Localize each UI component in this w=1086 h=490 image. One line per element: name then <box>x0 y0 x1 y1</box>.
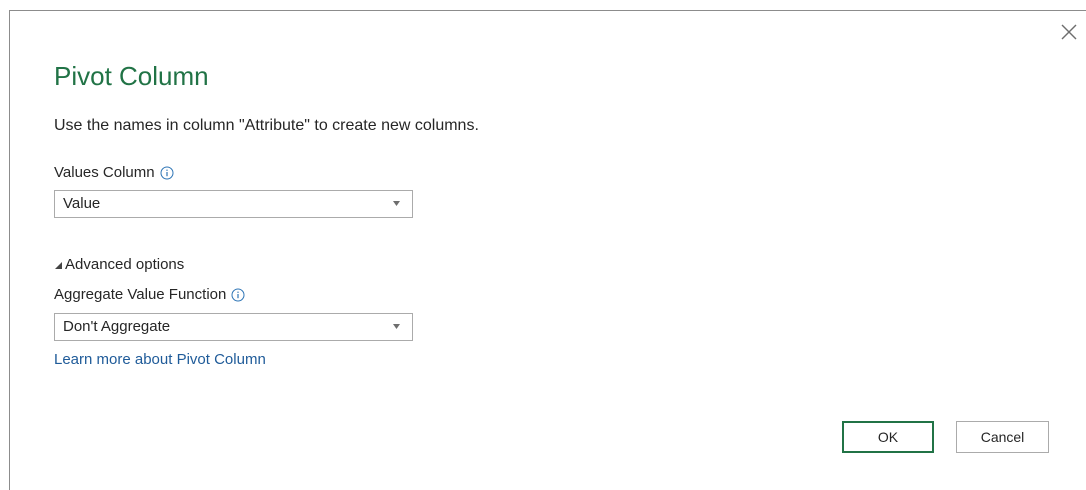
dialog-title: Pivot Column <box>54 61 209 91</box>
info-icon[interactable] <box>231 288 245 302</box>
cancel-button[interactable]: Cancel <box>956 421 1049 453</box>
advanced-options-toggle[interactable]: Advanced options <box>54 255 184 275</box>
chevron-down-icon <box>393 201 400 206</box>
aggregate-function-select[interactable]: Don't Aggregate <box>54 313 413 341</box>
learn-more-link[interactable]: Learn more about Pivot Column <box>54 350 266 370</box>
close-button[interactable] <box>1059 22 1079 42</box>
dialog-description: Use the names in column "Attribute" to c… <box>54 117 479 134</box>
info-icon[interactable] <box>160 166 174 180</box>
close-icon <box>1061 24 1077 40</box>
values-column-label: Values Column <box>54 164 155 181</box>
chevron-down-icon <box>393 324 400 329</box>
values-column-select[interactable]: Value <box>54 190 413 218</box>
values-column-label-row: Values Column <box>54 163 174 183</box>
advanced-options-label: Advanced options <box>65 256 185 273</box>
aggregate-function-selected: Don't Aggregate <box>63 318 171 335</box>
expanded-triangle-icon <box>55 262 62 269</box>
aggregate-function-label: Aggregate Value Function <box>54 286 227 303</box>
ok-button[interactable]: OK <box>842 421 934 453</box>
aggregate-function-label-row: Aggregate Value Function <box>54 285 245 305</box>
values-column-selected: Value <box>63 195 101 212</box>
